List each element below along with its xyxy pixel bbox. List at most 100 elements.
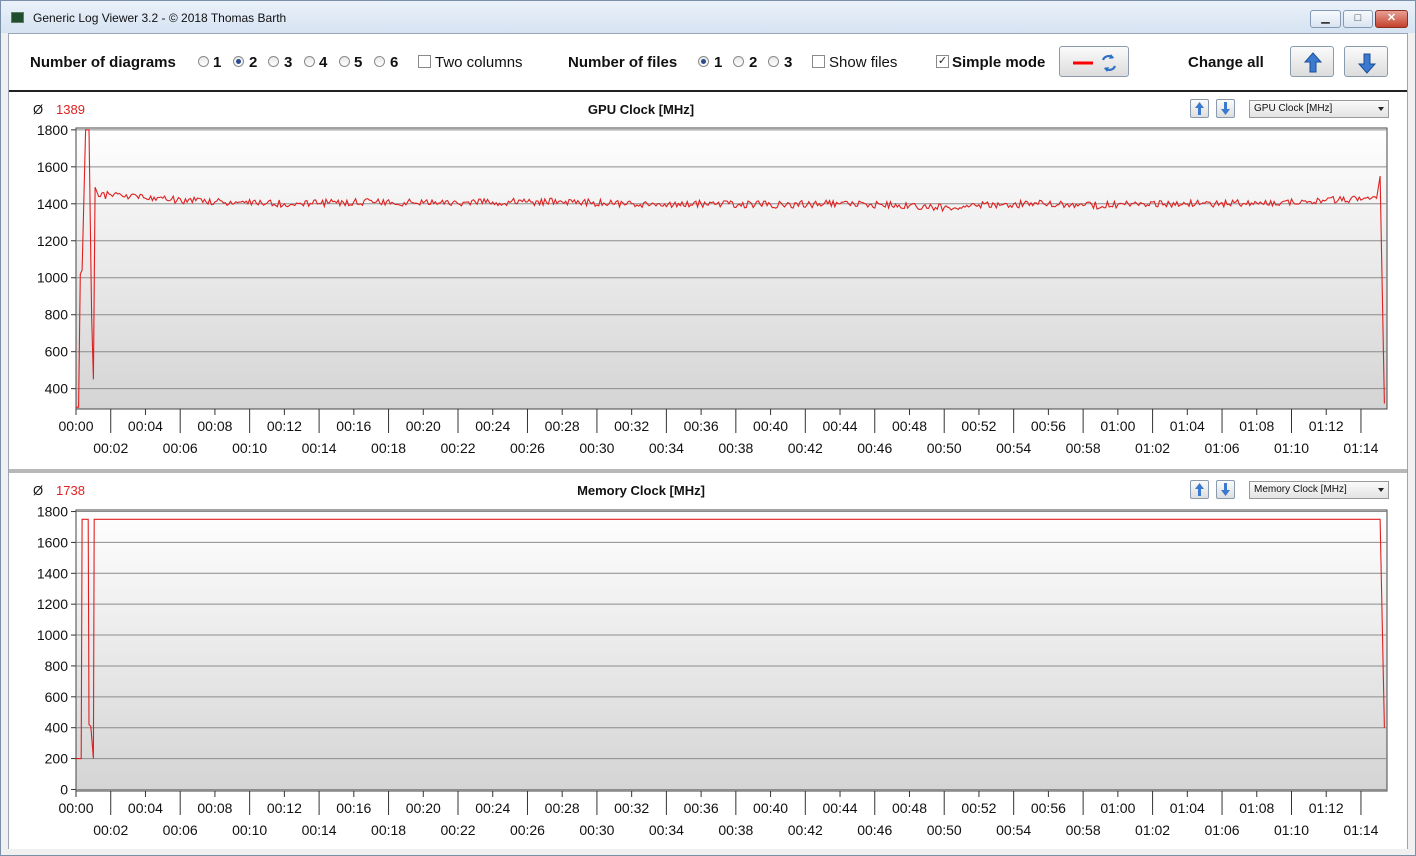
x-tick-label: 01:10 xyxy=(1274,822,1309,838)
show-files-checkbox[interactable] xyxy=(812,55,825,68)
x-tick-label: 00:48 xyxy=(892,800,927,816)
diagrams-radio-1[interactable] xyxy=(198,56,209,67)
simple-mode-label[interactable]: Simple mode xyxy=(952,54,1045,71)
x-tick-label: 00:42 xyxy=(788,440,823,456)
panel-up-button[interactable] xyxy=(1190,480,1209,499)
panel-down-button[interactable] xyxy=(1216,480,1235,499)
diagrams-option-5[interactable]: 5 xyxy=(354,54,362,71)
x-tick-label: 00:48 xyxy=(892,418,927,434)
x-tick-label: 00:02 xyxy=(93,822,128,838)
maximize-button[interactable]: □ xyxy=(1343,10,1373,28)
client-area: Number of diagrams 1 2 3 4 5 6 Two colum… xyxy=(8,33,1408,849)
x-tick-label: 00:30 xyxy=(579,822,614,838)
x-tick-label: 00:50 xyxy=(927,822,962,838)
x-tick-label: 01:04 xyxy=(1170,800,1205,816)
y-tick-label: 800 xyxy=(45,658,69,674)
close-button[interactable]: ✕ xyxy=(1375,10,1408,28)
arrow-down-icon xyxy=(1221,102,1230,115)
show-files-label[interactable]: Show files xyxy=(829,54,897,71)
diagrams-radio-6[interactable] xyxy=(374,56,385,67)
diagrams-option-6[interactable]: 6 xyxy=(390,54,398,71)
x-tick-label: 00:18 xyxy=(371,822,406,838)
x-tick-label: 00:16 xyxy=(336,418,371,434)
minimize-button[interactable]: ▁ xyxy=(1310,10,1341,28)
diagrams-radio-3[interactable] xyxy=(268,56,279,67)
diagrams-radio-5[interactable] xyxy=(339,56,350,67)
x-tick-label: 00:54 xyxy=(996,440,1031,456)
channel-select[interactable]: GPU Clock [MHz] xyxy=(1249,100,1389,118)
diagrams-radio-2[interactable] xyxy=(233,56,244,67)
y-tick-label: 600 xyxy=(45,689,69,705)
x-tick-label: 01:14 xyxy=(1343,440,1378,456)
x-tick-label: 00:00 xyxy=(58,418,93,434)
arrow-up-icon xyxy=(1195,483,1204,496)
panel-down-button[interactable] xyxy=(1216,99,1235,118)
files-radio-1[interactable] xyxy=(698,56,709,67)
two-columns-label[interactable]: Two columns xyxy=(435,54,523,71)
x-tick-label: 00:08 xyxy=(197,800,232,816)
x-tick-label: 00:22 xyxy=(440,440,475,456)
app-icon xyxy=(11,12,24,23)
x-tick-label: 00:34 xyxy=(649,822,684,838)
x-tick-label: 01:12 xyxy=(1309,800,1344,816)
x-tick-label: 00:44 xyxy=(823,800,858,816)
x-tick-label: 00:36 xyxy=(684,800,719,816)
x-tick-label: 01:14 xyxy=(1343,822,1378,838)
diagrams-option-3[interactable]: 3 xyxy=(284,54,292,71)
gpu-clock-chart: 4006008001000120014001600180000:0000:020… xyxy=(37,122,1388,456)
x-tick-label: 00:56 xyxy=(1031,800,1066,816)
channel-select-value: GPU Clock [MHz] xyxy=(1254,103,1333,114)
title-bar[interactable]: Generic Log Viewer 3.2 - © 2018 Thomas B… xyxy=(1,1,1415,33)
x-tick-label: 00:50 xyxy=(927,440,962,456)
y-tick-label: 1400 xyxy=(37,565,68,581)
chart-panel-gpu-clock: Ø 1389 GPU Clock [MHz] GPU Clock [MHz] 4… xyxy=(9,94,1407,469)
diagrams-label: Number of diagrams xyxy=(30,54,176,71)
x-tick-label: 01:06 xyxy=(1205,440,1240,456)
plot-area[interactable] xyxy=(75,127,1388,410)
channel-select-value: Memory Clock [MHz] xyxy=(1254,484,1347,495)
arrow-down-icon xyxy=(1357,53,1377,74)
panel-up-button[interactable] xyxy=(1190,99,1209,118)
y-tick-label: 1000 xyxy=(37,270,68,286)
app-window: Generic Log Viewer 3.2 - © 2018 Thomas B… xyxy=(0,0,1416,856)
y-tick-label: 400 xyxy=(45,720,69,736)
x-tick-label: 01:00 xyxy=(1100,418,1135,434)
y-tick-label: 1600 xyxy=(37,534,68,550)
chart-title: Memory Clock [MHz] xyxy=(577,483,705,498)
x-tick-label: 00:18 xyxy=(371,440,406,456)
x-tick-label: 00:24 xyxy=(475,418,510,434)
window-title: Generic Log Viewer 3.2 - © 2018 Thomas B… xyxy=(33,11,287,25)
files-option-1[interactable]: 1 xyxy=(714,54,722,71)
x-tick-label: 00:20 xyxy=(406,800,441,816)
y-tick-label: 200 xyxy=(45,751,69,767)
files-option-3[interactable]: 3 xyxy=(784,54,792,71)
y-tick-label: 600 xyxy=(45,344,69,360)
x-tick-label: 00:28 xyxy=(545,800,580,816)
y-tick-label: 1200 xyxy=(37,233,68,249)
diagrams-option-1[interactable]: 1 xyxy=(213,54,221,71)
x-tick-label: 01:02 xyxy=(1135,440,1170,456)
x-tick-label: 01:00 xyxy=(1100,800,1135,816)
move-up-all-button[interactable] xyxy=(1290,46,1334,77)
x-tick-label: 01:08 xyxy=(1239,800,1274,816)
y-tick-label: 400 xyxy=(45,381,69,397)
x-tick-label: 00:40 xyxy=(753,800,788,816)
files-option-2[interactable]: 2 xyxy=(749,54,757,71)
x-tick-label: 00:20 xyxy=(406,418,441,434)
channel-select[interactable]: Memory Clock [MHz] xyxy=(1249,481,1389,499)
files-radio-2[interactable] xyxy=(733,56,744,67)
diagrams-radio-4[interactable] xyxy=(304,56,315,67)
x-tick-label: 00:10 xyxy=(232,822,267,838)
y-tick-label: 1200 xyxy=(37,596,68,612)
diagrams-option-2[interactable]: 2 xyxy=(249,54,257,71)
move-down-all-button[interactable] xyxy=(1344,46,1388,77)
plot-area[interactable] xyxy=(75,509,1388,792)
x-tick-label: 00:58 xyxy=(1066,440,1101,456)
x-tick-label: 01:06 xyxy=(1205,822,1240,838)
diagrams-option-4[interactable]: 4 xyxy=(319,54,327,71)
line-style-button[interactable] xyxy=(1059,46,1129,77)
simple-mode-checkbox[interactable]: ✓ xyxy=(936,55,949,68)
two-columns-checkbox[interactable] xyxy=(418,55,431,68)
files-radio-3[interactable] xyxy=(768,56,779,67)
arrow-up-icon xyxy=(1303,52,1323,73)
